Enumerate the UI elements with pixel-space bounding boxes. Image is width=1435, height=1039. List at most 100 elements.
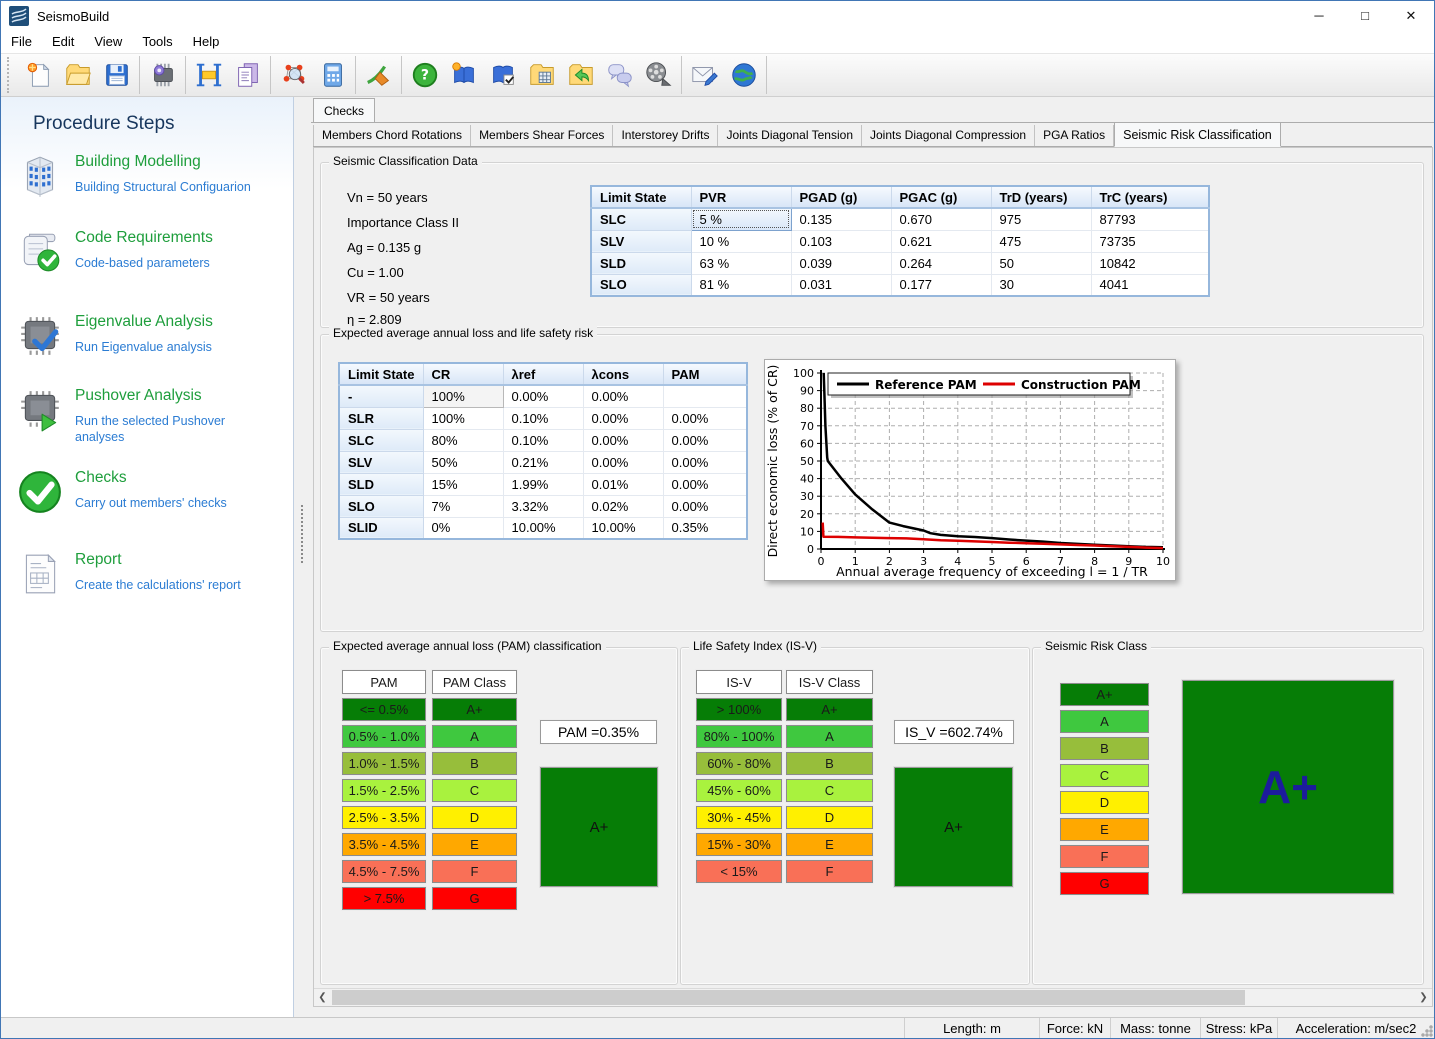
table-cell[interactable]: SLD	[591, 252, 691, 274]
table-cell[interactable]: 7%	[423, 495, 503, 517]
sidebar-item-pushover-analysis[interactable]: Pushover AnalysisRun the selected Pushov…	[17, 387, 279, 451]
table-cell[interactable]: 0.35%	[663, 517, 747, 539]
subtab-joints-diagonal-compression[interactable]: Joints Diagonal Compression	[862, 125, 1035, 146]
forum-icon[interactable]	[600, 56, 639, 94]
scroll-left-arrow[interactable]: ❮	[314, 989, 331, 1006]
table-cell[interactable]: SLO	[339, 495, 423, 517]
table-cell[interactable]: 10842	[1091, 252, 1209, 274]
check-book-icon[interactable]	[483, 56, 522, 94]
menu-edit[interactable]: Edit	[42, 31, 84, 53]
table-cell[interactable]: 0.00%	[663, 473, 747, 495]
table-cell[interactable]: 3.32%	[503, 495, 583, 517]
table-cell[interactable]: 0.10%	[503, 407, 583, 429]
table-cell[interactable]: 0.00%	[583, 451, 663, 473]
menu-file[interactable]: File	[1, 31, 42, 53]
toolbar-grip[interactable]	[7, 57, 13, 93]
table-cell[interactable]: 4041	[1091, 274, 1209, 296]
table-cell[interactable]: 0.00%	[663, 429, 747, 451]
table-cell[interactable]: 0.039	[791, 252, 891, 274]
table-cell[interactable]: 50%	[423, 451, 503, 473]
table-cell[interactable]: 87793	[1091, 208, 1209, 230]
table-cell[interactable]: 0.177	[891, 274, 991, 296]
table-cell[interactable]: 15%	[423, 473, 503, 495]
table-cell[interactable]: 81 %	[691, 274, 791, 296]
table-cell[interactable]: 0.00%	[663, 451, 747, 473]
menu-view[interactable]: View	[84, 31, 132, 53]
website-icon[interactable]	[724, 56, 763, 94]
table-cell[interactable]: 0.103	[791, 230, 891, 252]
tutorial-book-icon[interactable]	[444, 56, 483, 94]
tab-checks[interactable]: Checks	[313, 98, 375, 122]
frame-section-icon[interactable]	[189, 56, 228, 94]
table-cell[interactable]: 475	[991, 230, 1091, 252]
minimize-button[interactable]: ─	[1296, 1, 1342, 31]
table-cell[interactable]: 73735	[1091, 230, 1209, 252]
sidebar-item-checks[interactable]: ChecksCarry out members' checks	[17, 469, 279, 533]
save-icon[interactable]	[97, 56, 136, 94]
table-cell[interactable]: 5 %	[691, 208, 791, 230]
examples-folder-icon[interactable]	[522, 56, 561, 94]
table-cell[interactable]: 0%	[423, 517, 503, 539]
table-cell[interactable]: 0.264	[891, 252, 991, 274]
subtab-seismic-risk-classification[interactable]: Seismic Risk Classification	[1114, 122, 1281, 147]
table-cell[interactable]: 0.21%	[503, 451, 583, 473]
table-cell[interactable]: 975	[991, 208, 1091, 230]
table-cell[interactable]: -	[339, 385, 423, 407]
table-cell[interactable]: SLD	[339, 473, 423, 495]
table-cell[interactable]: SLV	[591, 230, 691, 252]
table-cell[interactable]: 0.670	[891, 208, 991, 230]
subtab-joints-diagonal-tension[interactable]: Joints Diagonal Tension	[718, 125, 862, 146]
table-cell[interactable]: 0.02%	[583, 495, 663, 517]
table-cell[interactable]: 10.00%	[583, 517, 663, 539]
close-button[interactable]: ✕	[1388, 1, 1434, 31]
email-icon[interactable]	[685, 56, 724, 94]
update-folder-icon[interactable]	[561, 56, 600, 94]
videos-icon[interactable]	[639, 56, 678, 94]
table-cell[interactable]	[663, 385, 747, 407]
scroll-right-arrow[interactable]: ❯	[1415, 989, 1432, 1006]
table-cell[interactable]: 0.10%	[503, 429, 583, 451]
processor-icon[interactable]	[143, 56, 182, 94]
table-cell[interactable]: 0.00%	[583, 429, 663, 451]
table-cell[interactable]: SLC	[591, 208, 691, 230]
subtab-interstorey-drifts[interactable]: Interstorey Drifts	[613, 125, 718, 146]
subtab-members-shear-forces[interactable]: Members Shear Forces	[471, 125, 613, 146]
sidebar-item-report[interactable]: ReportCreate the calculations' report	[17, 551, 279, 615]
table-cell[interactable]: 30	[991, 274, 1091, 296]
table-cell[interactable]: 0.135	[791, 208, 891, 230]
table-cell[interactable]: SLC	[339, 429, 423, 451]
sidebar-item-code-requirements[interactable]: Code RequirementsCode-based parameters	[17, 229, 279, 293]
new-file-icon[interactable]	[19, 56, 58, 94]
menu-help[interactable]: Help	[183, 31, 230, 53]
help-icon[interactable]: ?	[405, 56, 444, 94]
subtab-members-chord-rotations[interactable]: Members Chord Rotations	[313, 125, 471, 146]
model-viewer-icon[interactable]	[274, 56, 313, 94]
report-doc-icon[interactable]	[228, 56, 267, 94]
table-cell[interactable]: 0.00%	[503, 385, 583, 407]
table-cell[interactable]: 10 %	[691, 230, 791, 252]
resize-grip[interactable]	[1421, 1025, 1433, 1037]
table-cell[interactable]: 0.00%	[583, 385, 663, 407]
table-cell[interactable]: 0.00%	[663, 407, 747, 429]
open-icon[interactable]	[58, 56, 97, 94]
table-cell[interactable]: 0.01%	[583, 473, 663, 495]
subtab-pga-ratios[interactable]: PGA Ratios	[1035, 125, 1114, 146]
table-cell[interactable]: 0.031	[791, 274, 891, 296]
table-cell[interactable]: 0.00%	[663, 495, 747, 517]
table-cell[interactable]: 100%	[423, 385, 503, 407]
table-cell[interactable]: 80%	[423, 429, 503, 451]
maximize-button[interactable]: □	[1342, 1, 1388, 31]
table-cell[interactable]: SLR	[339, 407, 423, 429]
paintbrush-icon[interactable]	[359, 56, 398, 94]
horizontal-scrollbar[interactable]: ❮ ❯	[314, 988, 1432, 1006]
sidebar-item-eigenvalue-analysis[interactable]: Eigenvalue AnalysisRun Eigenvalue analys…	[17, 313, 279, 377]
table-cell[interactable]: 1.99%	[503, 473, 583, 495]
sidebar-item-building-modelling[interactable]: Building ModellingBuilding Structural Co…	[17, 153, 279, 217]
table-cell[interactable]: SLID	[339, 517, 423, 539]
table-cell[interactable]: SLO	[591, 274, 691, 296]
table-cell[interactable]: 50	[991, 252, 1091, 274]
calculator-icon[interactable]	[313, 56, 352, 94]
table-cell[interactable]: SLV	[339, 451, 423, 473]
table-cell[interactable]: 100%	[423, 407, 503, 429]
table-cell[interactable]: 0.00%	[583, 407, 663, 429]
